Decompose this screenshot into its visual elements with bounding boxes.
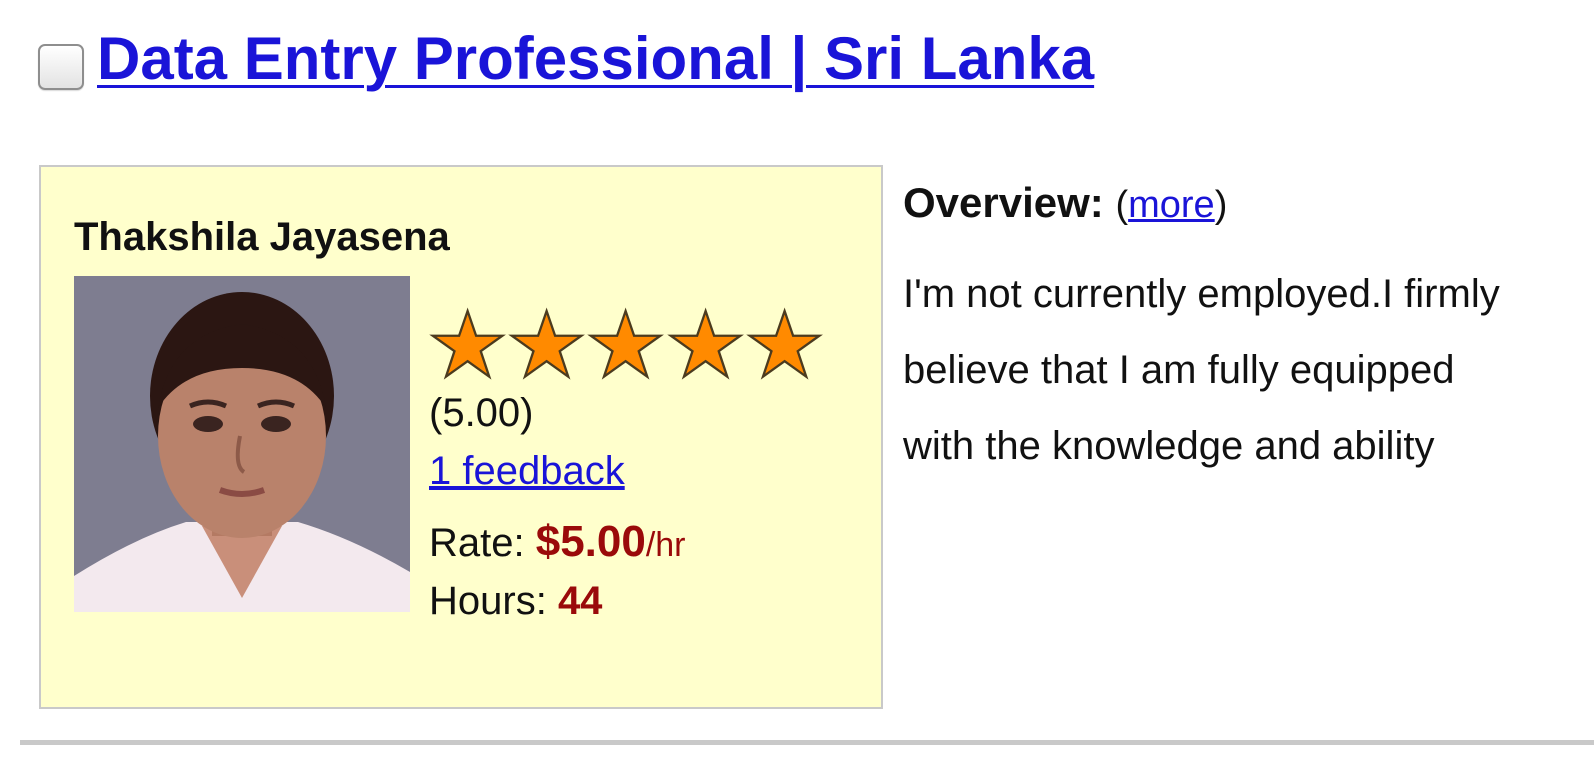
overview-paren-close: ) — [1214, 184, 1228, 226]
star-icon — [429, 306, 506, 384]
select-listing-checkbox[interactable] — [38, 44, 84, 90]
overview-section: Overview: (more) I'm not currently emplo… — [903, 178, 1563, 484]
profile-photo[interactable] — [74, 276, 410, 612]
star-icon — [746, 306, 823, 384]
overview-header: Overview: (more) — [903, 178, 1563, 230]
star-icon — [666, 306, 744, 384]
overview-more-link[interactable]: more — [1128, 184, 1215, 226]
feedback-link[interactable]: 1 feedback — [429, 449, 625, 494]
hours-label: Hours: — [429, 579, 558, 623]
star-icon — [587, 306, 665, 384]
listing-title-link[interactable]: Data Entry Professional | Sri Lanka — [97, 24, 1094, 93]
overview-text: I'm not currently employed.I firmly beli… — [903, 272, 1500, 468]
hours-value: 44 — [557, 579, 603, 623]
profile-name: Thakshila Jayasena — [74, 215, 450, 259]
overview-label: Overview: — [903, 179, 1104, 226]
rate-value: $5.00 — [535, 517, 646, 566]
rate-unit: /hr — [645, 526, 686, 564]
listing-divider — [20, 740, 1594, 745]
rating-stars — [429, 306, 823, 386]
star-icon — [508, 306, 586, 384]
hours-row: Hours: 44 — [429, 579, 602, 624]
profile-photo-image — [74, 276, 410, 612]
rating-score: (5.00) — [429, 391, 534, 435]
profile-card: Thakshila Jayasena (5.00) 1 feedback Rat… — [39, 165, 883, 709]
overview-paren-open: ( — [1115, 184, 1129, 226]
rate-label: Rate: — [429, 521, 536, 565]
rate-row: Rate: $5.00/hr — [429, 517, 686, 567]
